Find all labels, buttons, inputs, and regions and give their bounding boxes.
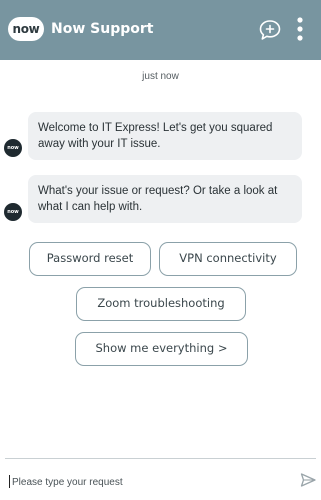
quick-reply-password-reset[interactable]: Password reset: [29, 242, 151, 276]
text-caret: [9, 475, 10, 488]
composer-divider: [5, 458, 316, 459]
chat-header: now Now Support: [0, 0, 321, 60]
quick-reply-show-everything[interactable]: Show me everything >: [75, 332, 248, 366]
kebab-menu-icon[interactable]: [293, 16, 307, 42]
quick-reply-zoom-troubleshooting[interactable]: Zoom troubleshooting: [76, 287, 246, 321]
new-chat-icon[interactable]: [258, 19, 282, 41]
bot-avatar: now: [4, 139, 22, 157]
chat-window: now Now Support just now Welcome to IT E…: [0, 0, 321, 500]
quick-reply-vpn-connectivity[interactable]: VPN connectivity: [159, 242, 297, 276]
bot-message: Welcome to IT Express! Let's get you squ…: [28, 112, 302, 160]
send-icon[interactable]: [300, 472, 316, 488]
message-input[interactable]: [8, 472, 296, 492]
bot-message: What's your issue or request? Or take a …: [28, 175, 302, 223]
message-timestamp: just now: [142, 71, 179, 82]
brand-logo: now: [8, 17, 44, 41]
bot-avatar: now: [4, 203, 22, 221]
chat-title: Now Support: [51, 21, 154, 37]
